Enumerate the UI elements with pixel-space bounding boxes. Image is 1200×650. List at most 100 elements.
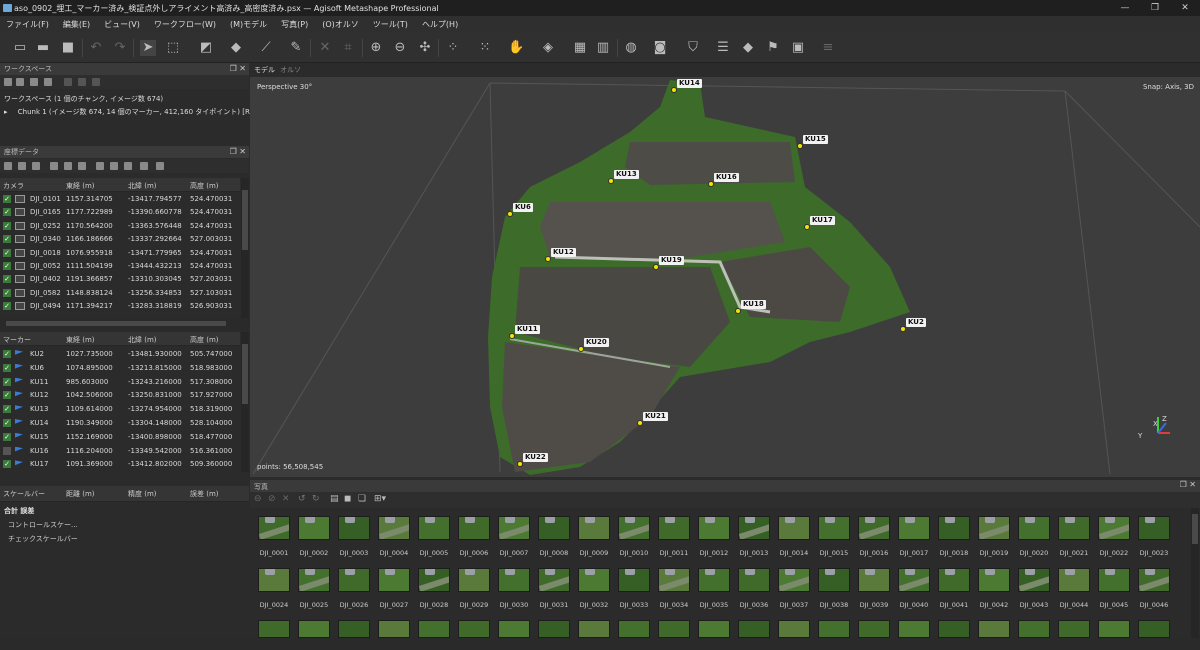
photo-thumbnail[interactable]: [538, 516, 570, 540]
photo-thumbnail[interactable]: [1138, 516, 1170, 540]
tree-icon[interactable]: [44, 78, 52, 86]
marker-label[interactable]: KU18: [741, 300, 766, 309]
photo-thumbnail[interactable]: [498, 568, 530, 592]
photo-thumbnail[interactable]: [458, 568, 490, 592]
update-icon[interactable]: [78, 162, 86, 170]
list-icon[interactable]: ☰: [715, 40, 731, 56]
add-chunk-icon[interactable]: [4, 78, 12, 86]
distance-col-header[interactable]: 距離 (m): [66, 489, 95, 499]
photo-thumbnail[interactable]: [698, 516, 730, 540]
check-icon[interactable]: ✓: [3, 235, 11, 244]
check-icon[interactable]: ✓: [3, 391, 11, 400]
photo-thumbnail[interactable]: [1018, 568, 1050, 592]
dem-icon[interactable]: ▥: [595, 40, 611, 56]
rotate-left-icon[interactable]: ↺: [298, 494, 306, 504]
check-icon[interactable]: ✓: [3, 248, 11, 257]
marker-point-icon[interactable]: [671, 87, 677, 93]
zoom-out-icon[interactable]: ⊖: [392, 40, 408, 56]
photo-thumbnail[interactable]: [298, 516, 330, 540]
easting-col-header[interactable]: 東経 (m): [66, 181, 95, 191]
camera-hscrollbar[interactable]: [0, 318, 249, 330]
view-source-icon[interactable]: [96, 162, 104, 170]
photo-thumbnail[interactable]: [578, 620, 610, 638]
tools-icon[interactable]: [156, 162, 164, 170]
export-icon[interactable]: [18, 162, 26, 170]
photo-thumbnail[interactable]: [738, 620, 770, 638]
marker-label[interactable]: KU6: [513, 203, 533, 212]
photo-thumbnail[interactable]: [618, 568, 650, 592]
photo-thumbnail[interactable]: [498, 620, 530, 638]
point-cloud-icon[interactable]: ⁘: [445, 40, 461, 56]
photo-thumbnail[interactable]: [898, 620, 930, 638]
rotate-right-icon[interactable]: ↻: [312, 494, 320, 504]
table-row[interactable]: ✓ DJI_0252 1170.564200 -13363.576448 524.470…: [0, 220, 240, 233]
marker-point-icon[interactable]: [507, 211, 513, 217]
photo-thumbnail[interactable]: [498, 516, 530, 540]
table-row[interactable]: ✓ KU14 1190.349000 -13304.148000 528.104000: [0, 417, 240, 430]
photo-thumbnail[interactable]: [258, 620, 290, 638]
table-row[interactable]: ✓ DJI_0018 1076.955918 -13471.779965 524.470…: [0, 247, 240, 260]
convert-icon[interactable]: [32, 162, 40, 170]
view-mode-icon[interactable]: ⊞▾: [374, 494, 386, 504]
photo-thumbnail[interactable]: [338, 568, 370, 592]
crop-selection-icon[interactable]: ⌗: [340, 40, 356, 56]
shapes-icon[interactable]: ◆: [740, 40, 756, 56]
photo-thumbnail[interactable]: [458, 620, 490, 638]
new-document-icon[interactable]: ▭: [12, 40, 28, 56]
table-row[interactable]: ✓ DJI_0101 1157.314705 -13417.794577 524.470…: [0, 193, 240, 206]
photo-thumbnail[interactable]: [258, 516, 290, 540]
menu-edit[interactable]: 編集(E): [63, 19, 90, 30]
reset-camera-icon[interactable]: ⊘: [268, 494, 276, 504]
undo-icon[interactable]: ↶: [88, 40, 104, 56]
marker-label[interactable]: KU14: [677, 79, 702, 88]
check-icon[interactable]: ✓: [3, 262, 11, 270]
photo-thumbnail[interactable]: [418, 516, 450, 540]
navigation-cursor-icon[interactable]: ➤: [140, 40, 156, 56]
view-estimated-icon[interactable]: [110, 162, 118, 170]
check-icon[interactable]: ✓: [3, 377, 11, 386]
tab-model[interactable]: モデル: [254, 65, 275, 75]
photo-thumbnail[interactable]: [778, 620, 810, 638]
menu-ortho[interactable]: (O)オルソ: [322, 19, 359, 30]
photo-thumbnail[interactable]: [938, 620, 970, 638]
marker-point-icon[interactable]: [708, 181, 714, 187]
marker-label[interactable]: KU17: [810, 216, 835, 225]
marker-label[interactable]: KU2: [906, 318, 926, 327]
marker-point-icon[interactable]: [509, 333, 515, 339]
minimize-button[interactable]: —: [1110, 0, 1140, 16]
photo-thumbnail[interactable]: [1098, 516, 1130, 540]
model-viewport[interactable]: Perspective 30° Snap: Axis, 3D points: 5…: [250, 77, 1200, 477]
photo-thumbnail[interactable]: [738, 516, 770, 540]
check-icon[interactable]: ✓: [3, 350, 11, 358]
show-cameras-icon[interactable]: ⛉: [685, 40, 701, 56]
marker-label[interactable]: KU21: [643, 412, 668, 421]
zoom-in-icon[interactable]: ⊕: [368, 40, 384, 56]
check-icon[interactable]: ✓: [3, 221, 11, 230]
marker-label[interactable]: KU15: [803, 135, 828, 144]
photo-thumbnail[interactable]: [898, 568, 930, 592]
panel-close-icon[interactable]: ❐ ✕: [230, 146, 246, 158]
table-row[interactable]: ✓ KU17 1091.369000 -13412.802000 509.360000: [0, 458, 240, 471]
photo-thumbnail[interactable]: [738, 568, 770, 592]
menu-model[interactable]: (M)モデル: [230, 19, 267, 30]
photo-thumbnail[interactable]: [938, 516, 970, 540]
menu-view[interactable]: ビュー(V): [104, 19, 140, 30]
photo-thumbnail[interactable]: [538, 568, 570, 592]
markers-flag-icon[interactable]: ⚑: [765, 40, 781, 56]
camera-col-header[interactable]: カメラ: [3, 181, 24, 191]
table-row[interactable]: ✓ KU12 1042.506000 -13250.831000 517.927000: [0, 389, 240, 402]
altitude-col-header[interactable]: 高度 (m): [190, 181, 219, 191]
photo-thumbnail[interactable]: [1058, 620, 1090, 638]
delete-icon[interactable]: ✕: [282, 494, 290, 504]
photo-thumbnail[interactable]: [898, 516, 930, 540]
close-button[interactable]: ✕: [1170, 0, 1200, 16]
photo-thumbnail[interactable]: [818, 620, 850, 638]
disable-icon[interactable]: [64, 78, 72, 86]
check-icon[interactable]: ✓: [3, 195, 11, 203]
menu-file[interactable]: ファイル(F): [6, 19, 49, 30]
photo-thumbnail[interactable]: [978, 568, 1010, 592]
ruler-icon[interactable]: ✎: [288, 40, 304, 56]
marker-point-icon[interactable]: [608, 178, 614, 184]
enable-icon[interactable]: [78, 78, 86, 86]
table-row[interactable]: ✓ KU15 1152.169000 -13400.898000 518.477000: [0, 431, 240, 444]
